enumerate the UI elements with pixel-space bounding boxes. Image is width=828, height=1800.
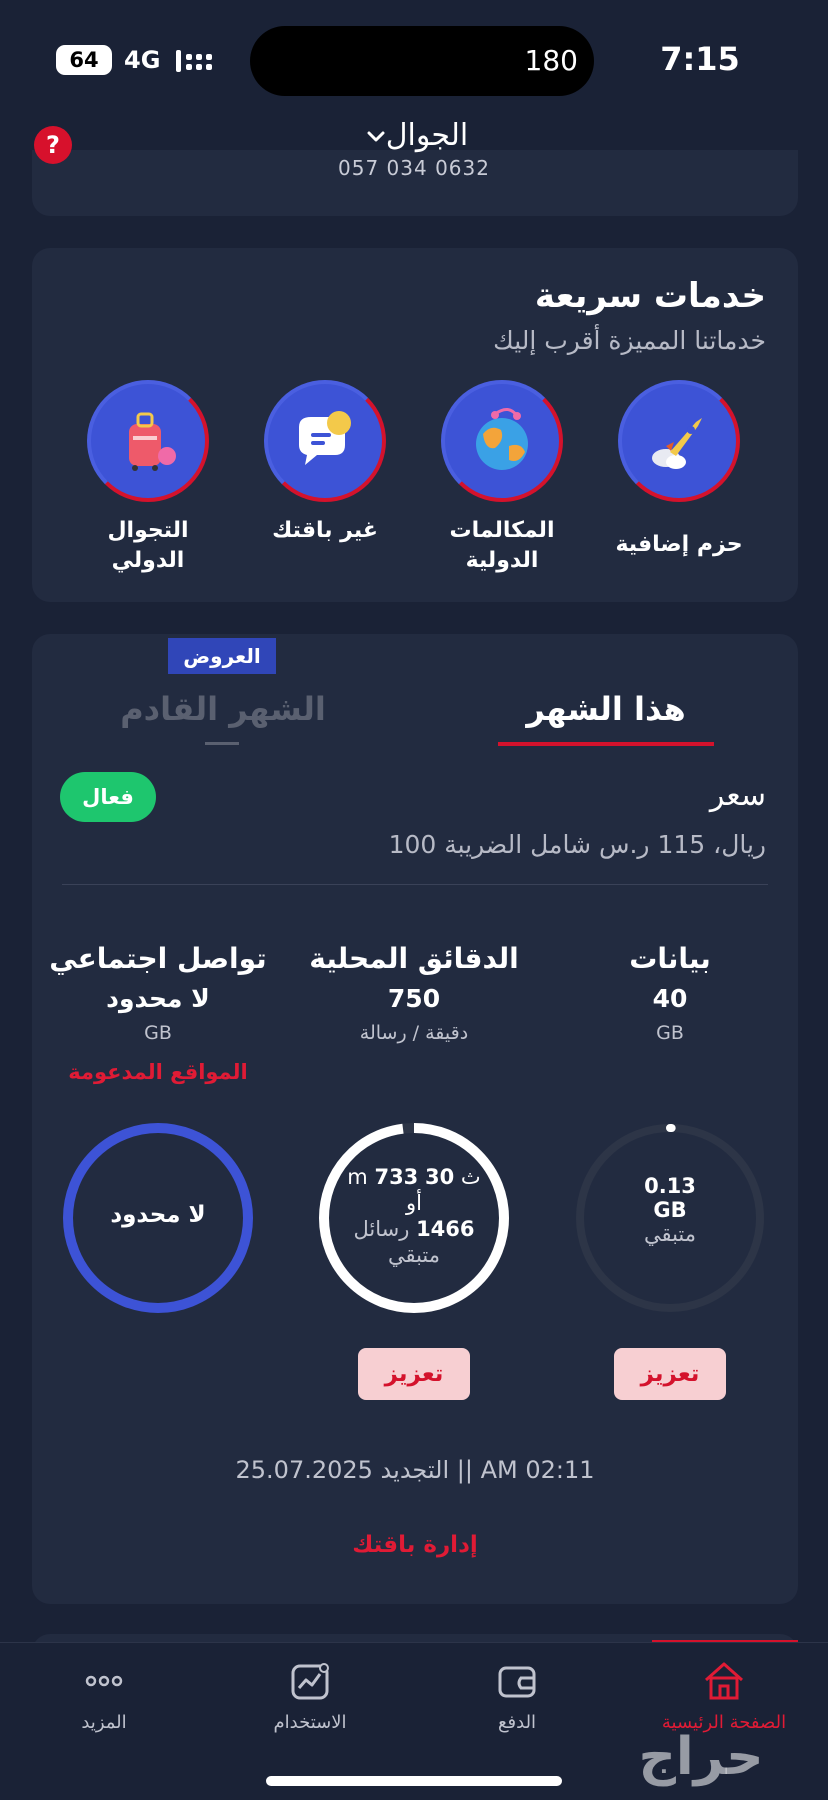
offers-badge[interactable]: العروض xyxy=(168,638,276,674)
suitcase-icon xyxy=(87,380,209,502)
tab-next-underline xyxy=(205,742,239,745)
minutes-ring-text: ث 30 m 733 أو 1466 رسائل متبقي xyxy=(316,1164,512,1268)
nav-payment-label: الدفع xyxy=(497,1712,537,1733)
renewal-date: التجديد 25.07.2025 || AM 02:11 xyxy=(235,1456,595,1484)
service-change-plan-label: غير باقتك xyxy=(272,518,378,543)
service-roaming-label: التجوال الدولي xyxy=(107,518,189,573)
supported-sites-link[interactable]: المواقع المدعومة xyxy=(38,1060,278,1084)
social-ring-text: لا محدود xyxy=(110,1202,206,1228)
sms-count: 1466 xyxy=(416,1217,475,1241)
tab-next-month[interactable]: الشهر القادم xyxy=(108,690,338,728)
nav-usage[interactable]: الاستخدام xyxy=(220,1660,400,1733)
rocket-icon xyxy=(618,380,740,502)
network-type: 4G xyxy=(124,46,161,74)
boost-minutes-button[interactable]: تعزيز xyxy=(358,1348,470,1400)
line-title: الجوال xyxy=(385,118,469,153)
tab-active-indicator xyxy=(498,742,714,746)
price-label: سعر xyxy=(709,778,766,813)
nav-more[interactable]: المزيد xyxy=(14,1660,194,1733)
social-unit: GB xyxy=(144,1022,172,1044)
haraj-watermark: حراج xyxy=(638,1727,763,1787)
service-addon-bundles[interactable] xyxy=(618,380,740,502)
line-selector[interactable]: الجوال xyxy=(300,118,528,153)
service-addon-label: حزم إضافية xyxy=(615,532,743,557)
battery-indicator: 64 xyxy=(56,45,112,75)
service-international-calls[interactable] xyxy=(441,380,563,502)
nav-usage-label: الاستخدام xyxy=(273,1712,347,1733)
minutes-remaining-caption: متبقي xyxy=(387,1243,441,1267)
data-remaining-unit: GB xyxy=(653,1198,687,1222)
speech-bubble-icon xyxy=(264,380,386,502)
usage-chart-icon xyxy=(291,1663,329,1700)
more-dots-icon xyxy=(85,1675,123,1687)
data-remaining-caption: متبقي xyxy=(643,1222,697,1246)
service-change-plan[interactable] xyxy=(264,380,386,502)
status-time: 7:15 xyxy=(660,40,740,78)
chevron-down-icon xyxy=(367,131,385,141)
watermark-text: حراج xyxy=(638,1727,763,1787)
price-value: 100 ريال، 115 ر.س شامل الضريبة xyxy=(388,830,766,859)
phone-number: 057 034 0632 xyxy=(338,156,490,180)
social-title: تواصل اجتماعي xyxy=(49,942,267,975)
sms-label: رسائل xyxy=(353,1217,410,1241)
service-international-label: المكالمات الدولية xyxy=(449,518,555,573)
data-amount: 40 xyxy=(652,984,688,1013)
minutes-unit: دقيقة / رسالة xyxy=(359,1022,469,1044)
minutes-unit-symbol: m xyxy=(347,1165,368,1189)
divider xyxy=(62,884,768,885)
service-roaming[interactable] xyxy=(87,380,209,502)
or-text: أو xyxy=(406,1191,422,1215)
boost-data-button[interactable]: تعزيز xyxy=(614,1348,726,1400)
data-remaining-value: 0.13 xyxy=(644,1174,696,1198)
quick-services-subtitle: خدماتنا المميزة أقرب إليك xyxy=(493,326,766,355)
data-unit: GB xyxy=(656,1022,684,1044)
minutes-title: الدقائق المحلية xyxy=(309,942,519,975)
home-indicator xyxy=(266,1776,562,1786)
data-title: بيانات xyxy=(629,942,711,975)
wallet-icon xyxy=(498,1666,536,1698)
minutes-amount: 750 xyxy=(387,984,441,1013)
social-amount: لا محدود xyxy=(106,984,210,1013)
data-ring-text: 0.13 GB متبقي xyxy=(572,1174,768,1246)
signal-icon xyxy=(176,50,212,72)
hours-value: 30 xyxy=(424,1165,455,1189)
tab-this-month[interactable]: هذا الشهر xyxy=(500,690,712,728)
quick-services-title: خدمات سريعة xyxy=(534,276,766,316)
help-icon[interactable]: ? xyxy=(34,126,72,164)
hours-unit: ث xyxy=(460,1165,481,1189)
minutes-value: 733 xyxy=(374,1165,419,1189)
status-badge: فعال xyxy=(60,772,156,822)
nav-more-label: المزيد xyxy=(81,1712,127,1733)
island-counter: 180 xyxy=(524,44,578,77)
globe-icon xyxy=(441,380,563,502)
home-icon xyxy=(705,1662,743,1700)
manage-plan-link[interactable]: إدارة باقتك xyxy=(62,1532,768,1558)
dynamic-island: 180 xyxy=(250,26,594,96)
nav-payment[interactable]: الدفع xyxy=(427,1660,607,1733)
